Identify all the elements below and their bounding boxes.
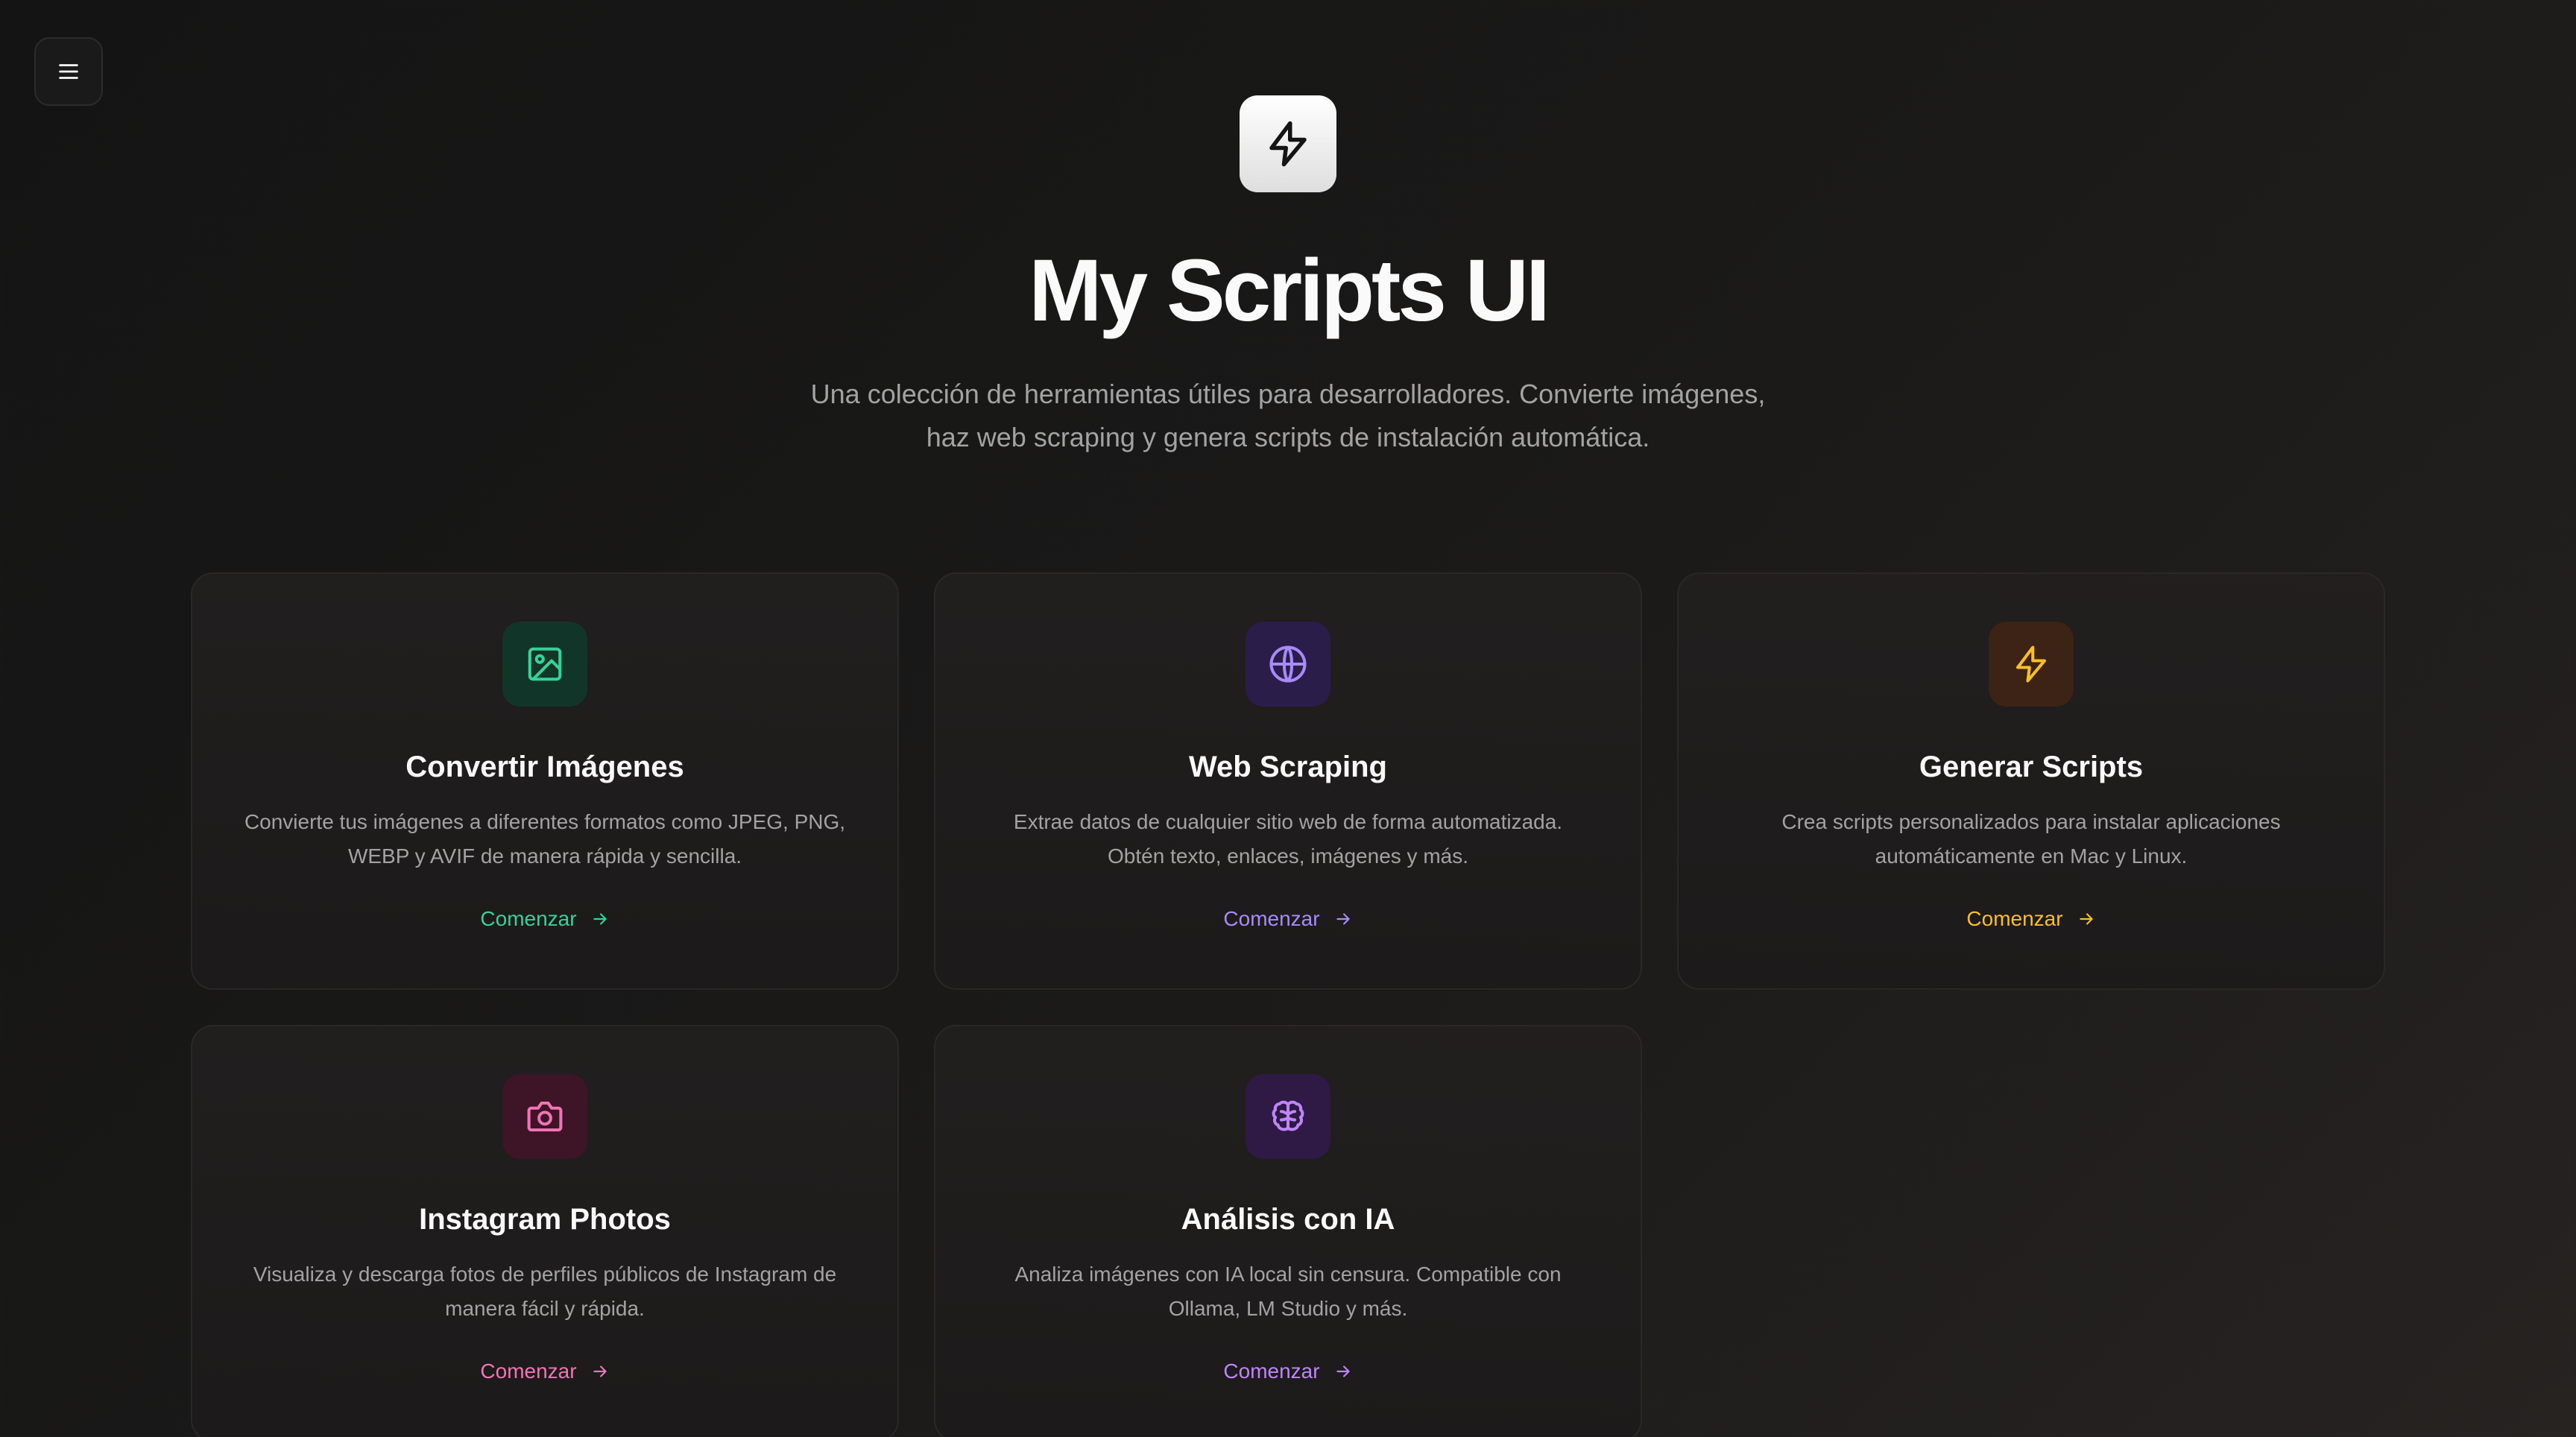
start-link[interactable]: Comenzar — [1223, 1359, 1352, 1384]
page-title: My Scripts UI — [1029, 241, 1550, 340]
arrow-right-icon — [593, 1365, 607, 1377]
card-convertir-imagenes[interactable]: Convertir Imágenes Convierte tus imágene… — [191, 572, 899, 990]
lightning-icon — [2015, 645, 2047, 683]
card-web-scraping[interactable]: Web Scraping Extrae datos de cualquier s… — [934, 572, 1642, 990]
lightning-icon — [1269, 121, 1307, 167]
card-description: Analiza imágenes con IA local sin censur… — [1014, 1263, 1562, 1320]
hamburger-menu-icon — [59, 64, 78, 79]
hero-section: My Scripts UI Una colección de herramien… — [0, 95, 2576, 459]
arrow-right-icon — [1336, 1365, 1350, 1377]
start-link-label: Comenzar — [480, 1359, 577, 1383]
arrow-right-icon — [1336, 913, 1350, 925]
start-link-label: Comenzar — [1223, 907, 1320, 930]
card-icon-container — [1246, 622, 1330, 707]
card-description: Visualiza y descarga fotos de perfiles p… — [253, 1263, 837, 1320]
arrow-right-icon — [593, 913, 607, 925]
start-link[interactable]: Comenzar — [1223, 906, 1352, 932]
start-link-label: Comenzar — [1223, 1359, 1320, 1383]
globe-icon — [1269, 645, 1307, 683]
arrow-right-icon — [2079, 913, 2093, 925]
card-generar-scripts[interactable]: Generar Scripts Crea scripts personaliza… — [1677, 572, 2385, 990]
card-description: Convierte tus imágenes a diferentes form… — [244, 810, 846, 868]
card-title: Generar Scripts — [1919, 751, 2144, 783]
card-instagram-photos[interactable]: Instagram Photos Visualiza y descarga fo… — [191, 1025, 899, 1437]
app-logo — [1240, 95, 1336, 192]
card-title: Convertir Imágenes — [405, 751, 684, 783]
page-subtitle: Una colección de herramientas útiles par… — [810, 379, 1766, 452]
card-icon-container — [1246, 1074, 1330, 1159]
brain-icon — [1272, 1100, 1304, 1131]
card-analisis-ia[interactable]: Análisis con IA Analiza imágenes con IA … — [934, 1025, 1642, 1437]
card-description: Crea scripts personalizados para instala… — [1781, 810, 2281, 868]
start-link-label: Comenzar — [1966, 907, 2063, 930]
start-link[interactable]: Comenzar — [480, 906, 609, 932]
camera-icon — [527, 1101, 563, 1132]
card-title: Web Scraping — [1189, 751, 1387, 783]
start-link[interactable]: Comenzar — [1966, 906, 2095, 932]
start-link[interactable]: Comenzar — [480, 1359, 609, 1384]
card-icon-container — [502, 622, 587, 707]
card-description: Extrae datos de cualquier sitio web de f… — [1013, 810, 1563, 868]
card-title: Instagram Photos — [419, 1203, 671, 1236]
card-title: Análisis con IA — [1181, 1203, 1395, 1236]
card-icon-container — [502, 1074, 587, 1159]
image-icon — [528, 647, 562, 681]
card-icon-container — [1989, 622, 2074, 707]
start-link-label: Comenzar — [480, 907, 577, 930]
